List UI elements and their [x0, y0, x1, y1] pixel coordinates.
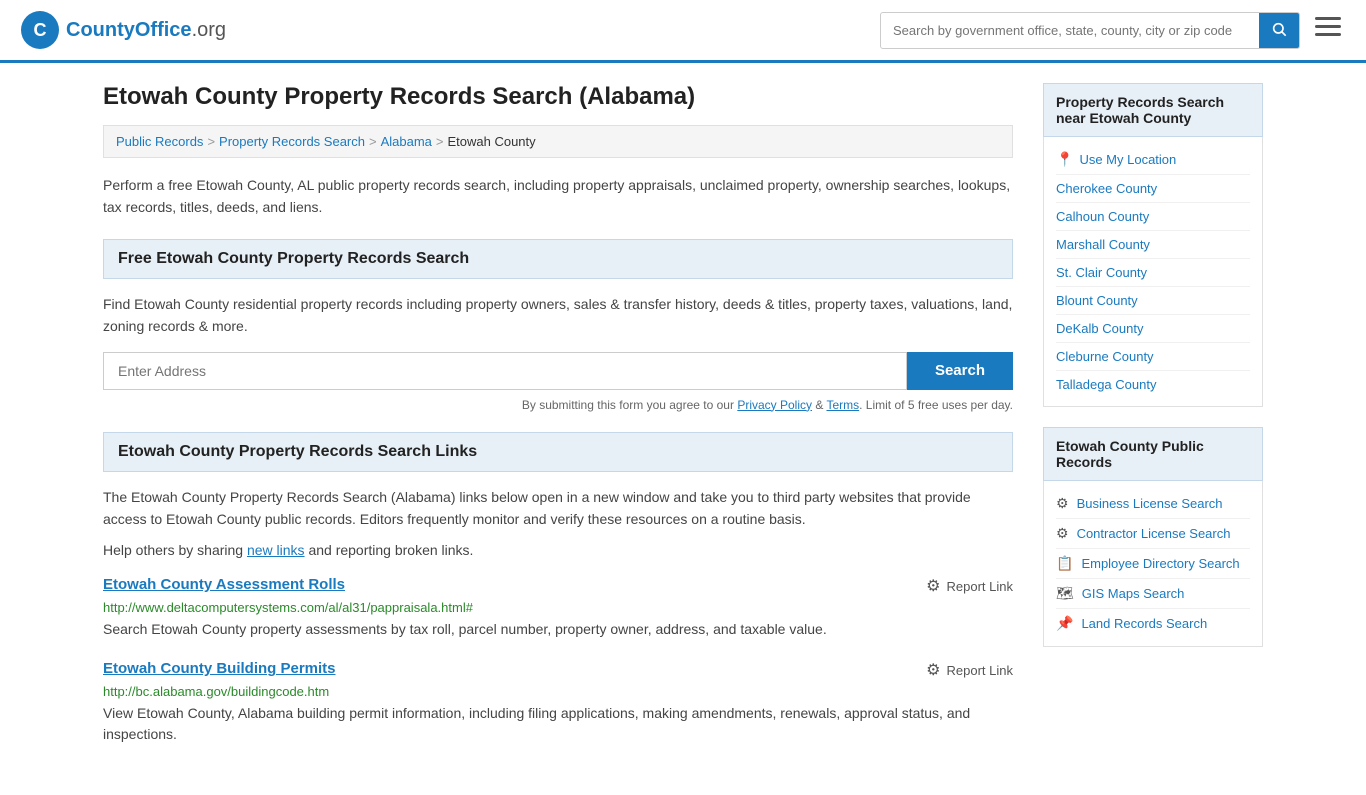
- main-container: Etowah County Property Records Search (A…: [83, 63, 1283, 795]
- free-search-description: Find Etowah County residential property …: [103, 293, 1013, 338]
- sidebar-link-marshall[interactable]: Marshall County: [1056, 230, 1250, 258]
- use-my-location-link[interactable]: 📍 Use My Location: [1056, 145, 1250, 174]
- gis-maps-icon: 🗺: [1056, 585, 1074, 602]
- global-search-input[interactable]: [881, 15, 1259, 46]
- new-links-link[interactable]: new links: [247, 542, 305, 558]
- links-section-heading: Etowah County Property Records Search Li…: [103, 432, 1013, 472]
- location-icon: 📍: [1056, 151, 1073, 168]
- sidebar-link-talladega[interactable]: Talladega County: [1056, 370, 1250, 398]
- gis-maps-link[interactable]: GIS Maps Search: [1082, 586, 1185, 601]
- sidebar: Property Records Search near Etowah Coun…: [1043, 83, 1263, 775]
- breadcrumb-sep-1: >: [207, 134, 215, 149]
- contractor-license-link[interactable]: Contractor License Search: [1077, 526, 1231, 541]
- resource-url-1: http://www.deltacomputersystems.com/al/a…: [103, 600, 1013, 615]
- resource-title-2[interactable]: Etowah County Building Permits: [103, 660, 336, 677]
- report-link-button-2[interactable]: ⚙ Report Link: [926, 660, 1013, 680]
- resource-desc-2: View Etowah County, Alabama building per…: [103, 703, 1013, 745]
- employee-directory-link[interactable]: Employee Directory Search: [1081, 556, 1239, 571]
- logo[interactable]: C CountyOffice.org: [20, 10, 226, 50]
- record-item-business-license: ⚙ Business License Search: [1056, 489, 1250, 518]
- public-records-section: Etowah County Public Records ⚙ Business …: [1043, 427, 1263, 647]
- free-search-section: Free Etowah County Property Records Sear…: [103, 239, 1013, 412]
- address-search-button[interactable]: Search: [907, 352, 1013, 390]
- logo-icon: C: [20, 10, 60, 50]
- contractor-license-icon: ⚙: [1056, 525, 1069, 542]
- site-header: C CountyOffice.org: [0, 0, 1366, 63]
- record-item-gis-maps: 🗺 GIS Maps Search: [1056, 578, 1250, 608]
- resource-url-2: http://bc.alabama.gov/buildingcode.htm: [103, 684, 1013, 699]
- share-links-text: Help others by sharing new links and rep…: [103, 542, 1013, 558]
- main-content: Etowah County Property Records Search (A…: [103, 83, 1013, 775]
- terms-link[interactable]: Terms: [826, 398, 859, 412]
- menu-button[interactable]: [1310, 12, 1346, 48]
- page-title: Etowah County Property Records Search (A…: [103, 83, 1013, 111]
- breadcrumb: Public Records > Property Records Search…: [103, 125, 1013, 158]
- land-records-icon: 📌: [1056, 615, 1073, 632]
- record-item-contractor-license: ⚙ Contractor License Search: [1056, 518, 1250, 548]
- record-item-land-records: 📌 Land Records Search: [1056, 608, 1250, 638]
- breadcrumb-public-records[interactable]: Public Records: [116, 134, 203, 149]
- breadcrumb-alabama[interactable]: Alabama: [381, 134, 432, 149]
- sidebar-link-cleburne[interactable]: Cleburne County: [1056, 342, 1250, 370]
- svg-text:C: C: [34, 20, 47, 40]
- page-description: Perform a free Etowah County, AL public …: [103, 174, 1013, 219]
- business-license-link[interactable]: Business License Search: [1077, 496, 1223, 511]
- header-controls: [880, 12, 1346, 49]
- address-input[interactable]: [103, 352, 907, 390]
- hamburger-icon: [1315, 17, 1341, 37]
- sidebar-link-stclair[interactable]: St. Clair County: [1056, 258, 1250, 286]
- record-item-employee-directory: 📋 Employee Directory Search: [1056, 548, 1250, 578]
- links-section: Etowah County Property Records Search Li…: [103, 432, 1013, 746]
- breadcrumb-current: Etowah County: [447, 134, 535, 149]
- sidebar-link-cherokee[interactable]: Cherokee County: [1056, 174, 1250, 202]
- address-search-form: Search: [103, 352, 1013, 390]
- global-search-bar: [880, 12, 1300, 49]
- sidebar-link-blount[interactable]: Blount County: [1056, 286, 1250, 314]
- report-link-button-1[interactable]: ⚙ Report Link: [926, 576, 1013, 596]
- resource-title-1[interactable]: Etowah County Assessment Rolls: [103, 576, 345, 593]
- report-icon-1: ⚙: [926, 576, 940, 596]
- land-records-link[interactable]: Land Records Search: [1081, 616, 1207, 631]
- resource-card-header-2: Etowah County Building Permits ⚙ Report …: [103, 660, 1013, 680]
- nearby-section-header: Property Records Search near Etowah Coun…: [1043, 83, 1263, 137]
- breadcrumb-sep-3: >: [436, 134, 444, 149]
- report-icon-2: ⚙: [926, 660, 940, 680]
- resource-card-2: Etowah County Building Permits ⚙ Report …: [103, 660, 1013, 745]
- form-disclaimer: By submitting this form you agree to our…: [103, 398, 1013, 412]
- links-description: The Etowah County Property Records Searc…: [103, 486, 1013, 531]
- nearby-section: Property Records Search near Etowah Coun…: [1043, 83, 1263, 407]
- business-license-icon: ⚙: [1056, 495, 1069, 512]
- free-search-heading: Free Etowah County Property Records Sear…: [103, 239, 1013, 279]
- logo-text: CountyOffice.org: [66, 19, 226, 42]
- resource-card-1: Etowah County Assessment Rolls ⚙ Report …: [103, 576, 1013, 640]
- breadcrumb-sep-2: >: [369, 134, 377, 149]
- privacy-policy-link[interactable]: Privacy Policy: [737, 398, 812, 412]
- nearby-section-content: 📍 Use My Location Cherokee County Calhou…: [1043, 137, 1263, 407]
- breadcrumb-property-records-search[interactable]: Property Records Search: [219, 134, 365, 149]
- resource-card-header-1: Etowah County Assessment Rolls ⚙ Report …: [103, 576, 1013, 596]
- search-icon: [1271, 21, 1287, 37]
- resource-desc-1: Search Etowah County property assessment…: [103, 619, 1013, 640]
- public-records-content: ⚙ Business License Search ⚙ Contractor L…: [1043, 481, 1263, 647]
- global-search-button[interactable]: [1259, 13, 1299, 48]
- employee-directory-icon: 📋: [1056, 555, 1073, 572]
- sidebar-link-calhoun[interactable]: Calhoun County: [1056, 202, 1250, 230]
- sidebar-link-dekalb[interactable]: DeKalb County: [1056, 314, 1250, 342]
- public-records-header: Etowah County Public Records: [1043, 427, 1263, 481]
